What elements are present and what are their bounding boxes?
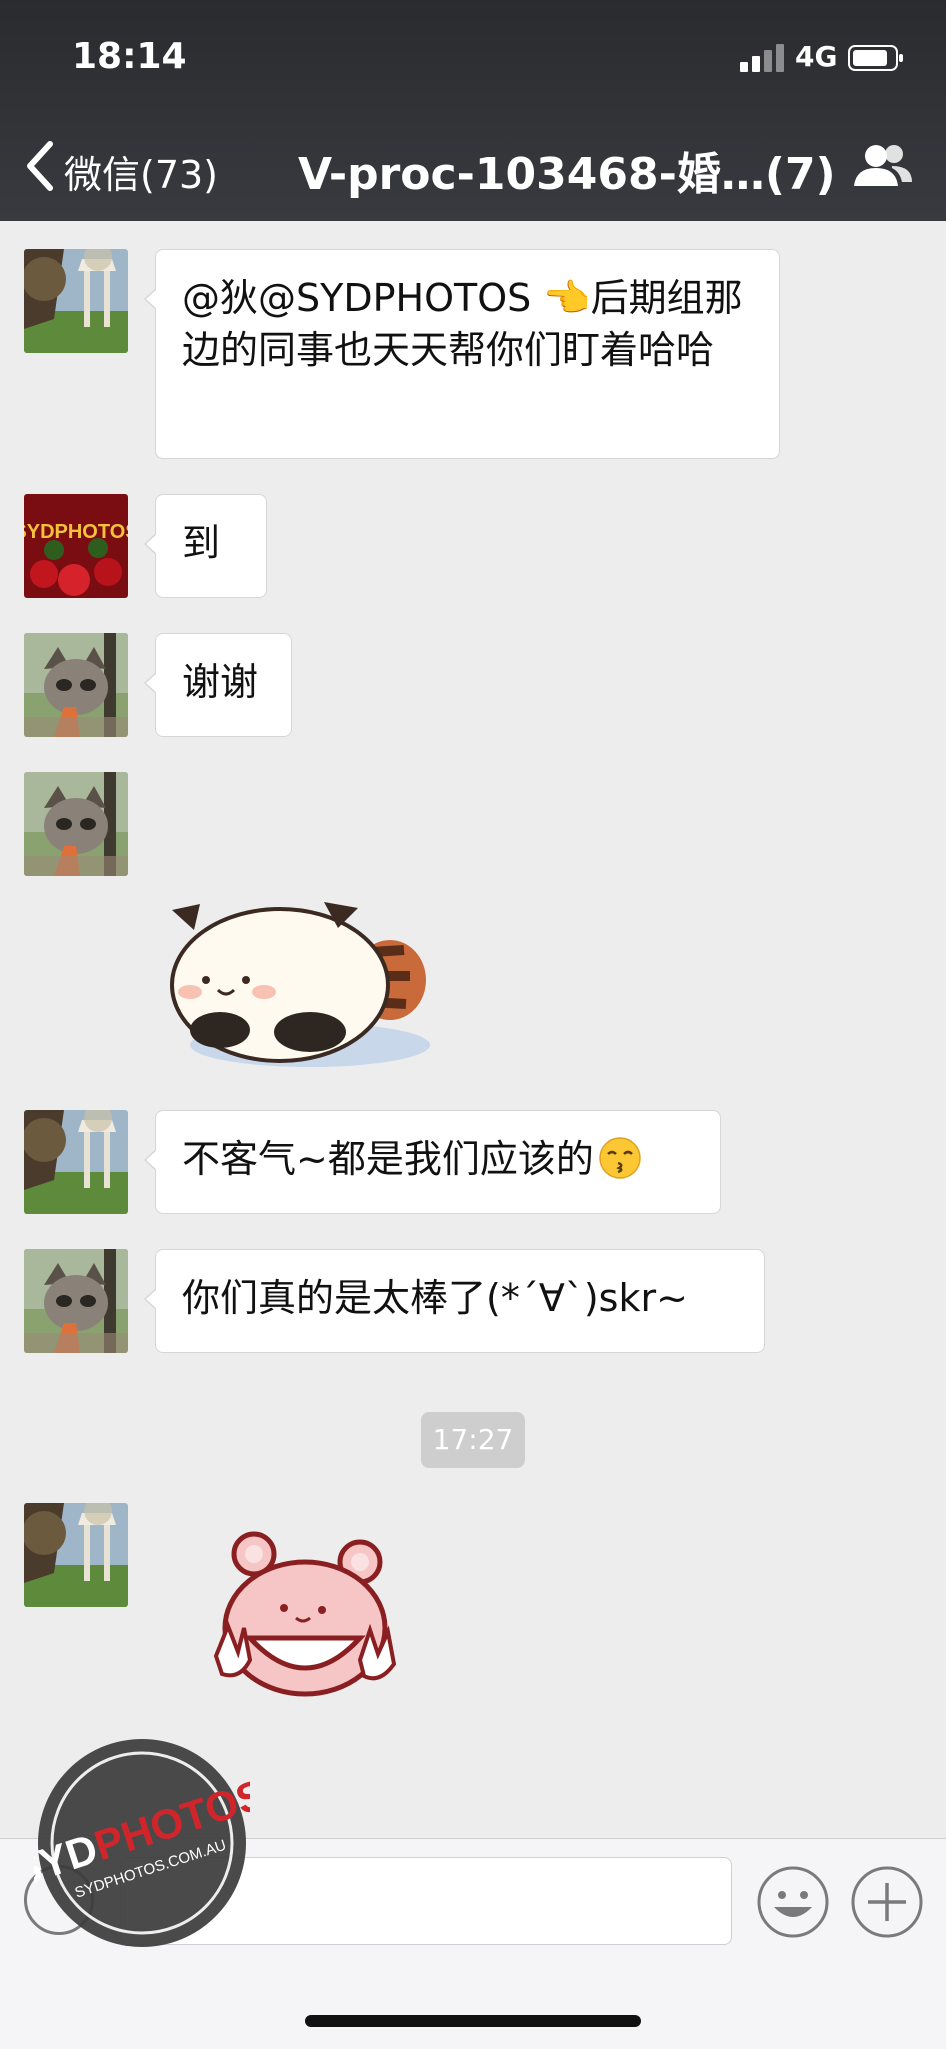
avatar[interactable]	[24, 494, 128, 598]
avatar[interactable]	[24, 633, 128, 737]
sydphotos-watermark-logo: SYDPHOTOS SYDPHOTOS.COM.AU	[34, 1739, 250, 1947]
plus-button-icon[interactable]	[850, 1865, 924, 1939]
group-members-icon[interactable]	[852, 142, 914, 188]
panda-sticker[interactable]	[160, 880, 450, 1075]
signal-icon	[740, 44, 784, 72]
network-label: 4G	[795, 40, 838, 73]
message-bubble[interactable]: 谢谢	[144, 633, 292, 737]
avatar[interactable]	[24, 772, 128, 876]
back-button-label[interactable]: 微信(73)	[64, 144, 218, 199]
home-indicator	[305, 2015, 641, 2027]
emoji-button-icon[interactable]	[756, 1865, 830, 1939]
message-bubble[interactable]: 不客气~都是我们应该的	[144, 1110, 721, 1214]
kiss-emoji-icon	[599, 1137, 641, 1179]
chat-header: 18:14 4G 微信(73) V-proc-103468-婚…(7)	[0, 0, 946, 221]
message-text: 不客气~都是我们应该的	[182, 1137, 594, 1181]
battery-icon	[848, 45, 903, 71]
avatar[interactable]	[24, 1249, 128, 1353]
message-bubble[interactable]: 到	[144, 494, 267, 598]
avatar[interactable]	[24, 1503, 128, 1607]
message-text: @狄@SYDPHOTOS 👈后期组那边的同事也天天帮你们盯着哈哈	[182, 276, 743, 372]
status-time: 18:14	[72, 36, 187, 77]
message-bubble[interactable]: @狄@SYDPHOTOS 👈后期组那边的同事也天天帮你们盯着哈哈	[144, 249, 780, 459]
avatar[interactable]	[24, 249, 128, 353]
timestamp-badge: 17:27	[421, 1412, 525, 1468]
message-text: 到	[182, 521, 221, 565]
avatar[interactable]	[24, 1110, 128, 1214]
message-text: 谢谢	[182, 660, 259, 704]
message-bubble[interactable]: 你们真的是太棒了(*´∀`)skr~	[144, 1249, 765, 1353]
chat-title: V-proc-103468-婚…(7)	[298, 149, 836, 200]
bear-peace-sticker[interactable]	[210, 1528, 400, 1703]
back-chevron-icon[interactable]	[22, 140, 58, 192]
message-text: 你们真的是太棒了(*´∀`)skr~	[182, 1276, 688, 1320]
